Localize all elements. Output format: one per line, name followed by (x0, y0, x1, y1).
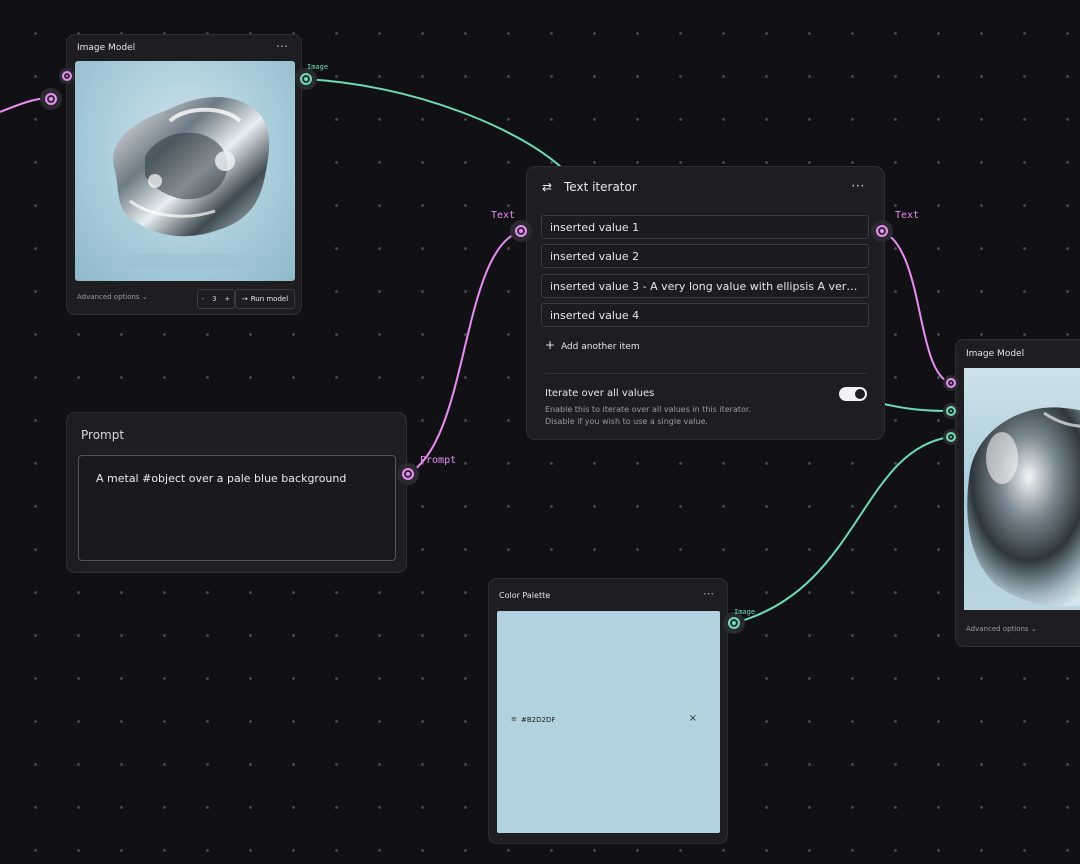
image-model-node[interactable]: Image Model ⋯ Advanced options ⌄ - 3 + →… (66, 34, 302, 315)
image-model-node[interactable]: Image Model Advanced options ⌄ (955, 339, 1080, 647)
prompt-node[interactable]: Prompt A metal #object over a pale blue … (66, 412, 407, 573)
image-model-input-port[interactable] (59, 68, 75, 84)
arrow-right-icon: → (241, 295, 248, 303)
iterate-description: Disable if you wish to use a single valu… (545, 417, 708, 426)
prompt-output-label: Prompt (420, 455, 457, 466)
advanced-options-label: Advanced options (77, 293, 140, 301)
generated-image (964, 368, 1080, 610)
iterator-output-port[interactable] (871, 220, 893, 242)
more-options-icon[interactable]: ⋯ (703, 587, 715, 600)
iterator-value-input[interactable]: inserted value 4 (541, 303, 869, 327)
text-iterator-node[interactable]: ⇄ Text iterator ⋯ inserted value 1 inser… (526, 166, 885, 440)
prompt-output-port[interactable] (397, 463, 419, 485)
wire-iterator-to-model (881, 230, 951, 384)
palette-output-label: Image (734, 608, 756, 616)
plus-icon: + (545, 338, 556, 352)
hex-value: #B2D2DF (521, 716, 556, 724)
divider (545, 373, 866, 374)
iterator-icon: ⇄ (542, 180, 553, 194)
drag-handle-icon[interactable]: ≡ (511, 715, 517, 723)
chrome-apple-image (967, 407, 1080, 607)
node-title: Text iterator (564, 180, 637, 194)
prompt-textarea[interactable]: A metal #object over a pale blue backgro… (78, 455, 396, 561)
advanced-options-toggle[interactable]: Advanced options ⌄ (77, 293, 148, 301)
generated-image (75, 61, 295, 281)
add-item-label: Add another item (560, 342, 640, 352)
run-model-label: Run model (250, 295, 289, 303)
image-output-label: Image (307, 63, 329, 71)
image-model-2-input-port[interactable] (943, 403, 959, 419)
iterator-value-input[interactable]: inserted value 3 - A very long value wit… (541, 274, 869, 298)
add-item-button[interactable]: + Add another item (545, 338, 640, 352)
iterate-title: Iterate over all values (545, 388, 655, 399)
image-model-output-port[interactable] (295, 68, 317, 90)
node-title: Image Model (966, 349, 1025, 359)
prompt-text: A metal #object over a pale blue backgro… (96, 472, 347, 485)
chrome-blob-image (105, 96, 270, 269)
more-options-icon[interactable]: ⋯ (851, 178, 866, 194)
external-input-port[interactable] (40, 88, 62, 110)
run-model-button[interactable]: → Run model (235, 289, 295, 309)
increment-button[interactable]: + (224, 295, 230, 303)
close-icon[interactable]: × (689, 713, 697, 724)
iterate-toggle[interactable] (839, 387, 867, 401)
wire-prompt-to-iterator (407, 230, 522, 475)
node-title: Color Palette (499, 591, 551, 600)
iterator-input-label: Text (491, 210, 516, 221)
chevron-down-icon: ⌄ (1030, 625, 1037, 633)
iterator-output-label: Text (895, 210, 920, 221)
node-title: Image Model (77, 43, 136, 53)
iterator-value-input[interactable]: inserted value 1 (541, 215, 869, 239)
iterate-description: Enable this to iterate over all values i… (545, 405, 751, 414)
advanced-options-label: Advanced options (966, 625, 1029, 633)
node-title: Prompt (81, 428, 125, 442)
color-swatch[interactable]: ≡ #B2D2DF × (497, 611, 720, 833)
run-count-value: 3 (212, 295, 217, 303)
run-count-stepper[interactable]: - 3 + (197, 289, 235, 309)
iterator-value-input[interactable]: inserted value 2 (541, 244, 869, 268)
image-model-2-input-port[interactable] (943, 375, 959, 391)
decrement-button[interactable]: - (202, 295, 205, 303)
image-model-2-input-port[interactable] (943, 429, 959, 445)
color-palette-node[interactable]: Color Palette ⋯ ≡ #B2D2DF × (488, 578, 728, 844)
more-options-icon[interactable]: ⋯ (276, 39, 289, 53)
wire-iterator-bottom-to-model (883, 403, 951, 412)
iterator-input-port[interactable] (510, 220, 532, 242)
advanced-options-toggle[interactable]: Advanced options ⌄ (966, 625, 1037, 633)
wire-palette-to-model (733, 436, 951, 624)
wire-image-to-iterator (305, 78, 563, 169)
chevron-down-icon: ⌄ (141, 293, 148, 301)
